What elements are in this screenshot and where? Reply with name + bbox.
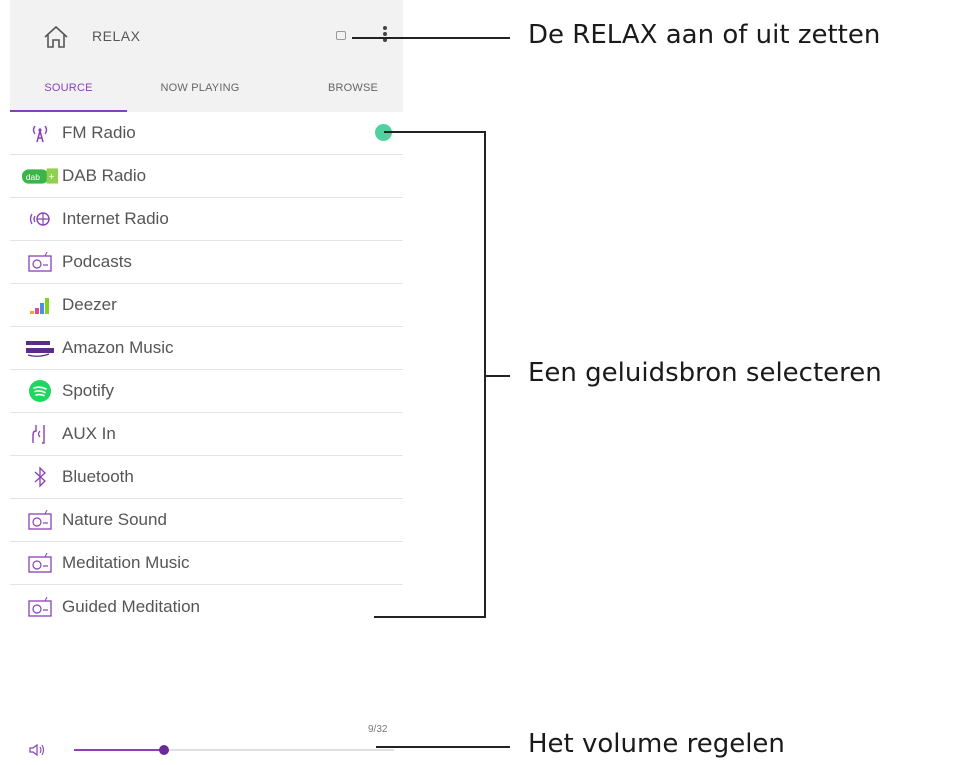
dab-radio-icon: dab + [22,164,58,188]
meditation-music-icon [22,551,58,575]
svg-text:dab: dab [26,172,40,182]
callout-line-source-top [384,131,484,133]
source-item-aux-in[interactable]: AUX In [10,413,403,456]
tab-source[interactable]: SOURCE [10,72,127,112]
source-label: AUX In [62,424,116,443]
fm-radio-icon [22,121,58,145]
source-label: Guided Meditation [62,596,200,616]
tab-bar: SOURCE NOW PLAYING BROWSE [10,72,403,112]
volume-control: 9/32 [10,715,403,765]
callout-line-power [352,37,510,39]
callout-line-source-bottom [374,616,485,618]
source-item-deezer[interactable]: Deezer [10,284,403,327]
device-title: RELAX [92,28,141,44]
source-item-bluetooth[interactable]: Bluetooth [10,456,403,499]
source-label: Meditation Music [62,553,190,572]
callout-source: Een geluidsbron selecteren [528,358,882,388]
source-label: Nature Sound [62,510,167,529]
callout-line-volume [376,746,510,748]
source-label: DAB Radio [62,166,147,185]
tab-browse[interactable]: BROWSE [303,72,403,110]
volume-slider-thumb[interactable] [159,745,169,755]
nature-sound-icon [22,508,58,532]
callout-volume: Het volume regelen [528,729,785,759]
guided-meditation-icon [22,595,58,619]
volume-slider-fill [74,749,164,751]
source-item-guided-meditation[interactable]: Guided Meditation [10,585,403,628]
source-label: Podcasts [62,252,132,271]
callout-line-source [486,375,510,377]
tab-now-playing[interactable]: NOW PLAYING [140,72,260,110]
podcasts-icon [22,250,58,274]
volume-slider-track[interactable] [74,745,394,755]
power-toggle[interactable] [336,31,346,40]
source-label: Bluetooth [62,467,134,486]
home-icon[interactable] [43,25,69,49]
source-list: FM Radio dab + DAB Radio Internet Radio … [10,112,403,628]
svg-text:+: + [49,172,55,183]
more-vert-icon[interactable] [382,26,388,46]
source-item-spotify[interactable]: Spotify [10,370,403,413]
source-item-meditation-music[interactable]: Meditation Music [10,542,403,585]
source-item-amazon-music[interactable]: Amazon Music [10,327,403,370]
source-label: Deezer [62,295,117,314]
deezer-icon [22,293,58,317]
aux-in-icon [22,422,58,446]
amazon-music-icon [22,336,58,360]
source-item-internet-radio[interactable]: Internet Radio [10,198,403,241]
internet-radio-icon [22,207,58,231]
spotify-icon [22,379,58,403]
source-label: Amazon Music [62,338,174,357]
app-header: RELAX SOURCE NOW PLAYING BROWSE [10,0,403,112]
source-item-dab-radio[interactable]: dab + DAB Radio [10,155,403,198]
callout-power: De RELAX aan of uit zetten [528,20,881,50]
source-item-podcasts[interactable]: Podcasts [10,241,403,284]
source-item-nature-sound[interactable]: Nature Sound [10,499,403,542]
source-label: Spotify [62,381,114,400]
volume-value: 9/32 [368,724,388,735]
speaker-icon[interactable] [28,743,46,757]
source-label: Internet Radio [62,209,169,228]
source-item-fm-radio[interactable]: FM Radio [10,112,403,155]
source-label: FM Radio [62,123,136,142]
relax-app: RELAX SOURCE NOW PLAYING BROWSE FM Radio [10,0,403,765]
bluetooth-icon [22,465,58,489]
